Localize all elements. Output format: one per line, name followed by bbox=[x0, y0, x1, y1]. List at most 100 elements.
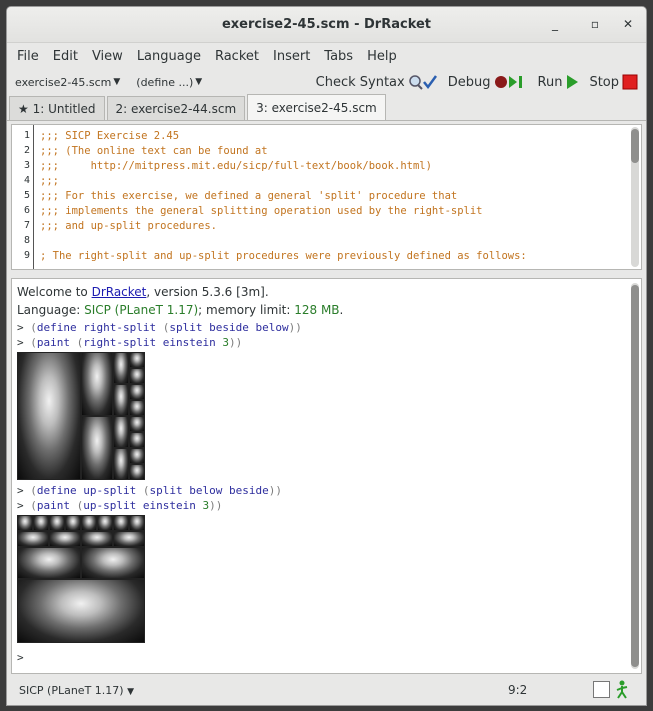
menu-racket[interactable]: Racket bbox=[208, 49, 266, 64]
tab-exercise2-44[interactable]: 2: exercise2-44.scm bbox=[106, 96, 246, 120]
portrait-cell bbox=[49, 515, 65, 531]
tab-untitled[interactable]: ★ 1: Untitled bbox=[9, 96, 105, 120]
language-line: Language: SICP (PLaneT 1.17); memory lim… bbox=[17, 303, 343, 317]
debug-button[interactable]: Debug bbox=[448, 73, 528, 91]
code-line: 9 ; The right-split and up-split procedur… bbox=[12, 250, 622, 265]
portrait-cell bbox=[17, 579, 145, 643]
paren: ( bbox=[136, 484, 150, 497]
portrait-cell bbox=[81, 416, 113, 480]
menu-insert[interactable]: Insert bbox=[266, 49, 317, 64]
portrait-cell bbox=[97, 515, 113, 531]
interactions-scrollbar[interactable] bbox=[631, 283, 639, 669]
title-bar[interactable]: exercise2-45.scm - DrRacket _ ▫ ✕ bbox=[7, 7, 646, 43]
repl-prompt-empty[interactable]: > bbox=[17, 651, 24, 664]
line-number: 6 bbox=[23, 205, 30, 216]
identifier: up-split bbox=[83, 484, 137, 497]
running-man-icon bbox=[616, 680, 628, 699]
paren: )) bbox=[228, 336, 243, 349]
up-split-image bbox=[17, 515, 145, 643]
run-label: Run bbox=[537, 74, 563, 90]
menu-view[interactable]: View bbox=[85, 49, 130, 64]
debug-icon bbox=[494, 76, 522, 88]
keyword: define bbox=[36, 484, 77, 497]
portrait-cell bbox=[129, 368, 145, 384]
portrait-cell bbox=[17, 547, 81, 579]
welcome-line: Welcome to DrRacket, version 5.3.6 [3m]. bbox=[17, 285, 269, 299]
stop-button[interactable]: Stop bbox=[589, 74, 638, 90]
portrait-cell bbox=[113, 531, 145, 547]
arguments: beside below bbox=[202, 321, 289, 334]
prompt: > bbox=[17, 336, 24, 349]
identifier: right-split bbox=[83, 336, 157, 349]
language-prefix: Language: bbox=[17, 303, 85, 317]
code-line: 6 ;;; implements the general splitting op… bbox=[12, 205, 622, 220]
file-select[interactable]: exercise2-45.scm ▼ bbox=[15, 76, 120, 89]
definitions-scrollbar[interactable] bbox=[631, 127, 639, 267]
definitions-pane[interactable]: 1 ;;; SICP Exercise 2.45 2 ;;; (The online… bbox=[11, 124, 642, 270]
drracket-link[interactable]: DrRacket bbox=[92, 285, 147, 299]
number: 3 bbox=[222, 336, 229, 349]
portrait-cell bbox=[113, 448, 129, 480]
paren: ( bbox=[30, 484, 37, 497]
code-line: 2 ;;; (The online text can be found at bbox=[12, 145, 622, 160]
paren: ( bbox=[30, 321, 37, 334]
paren: )) bbox=[288, 321, 302, 334]
definitions-scroll-thumb[interactable] bbox=[631, 129, 639, 163]
line-number: 1 bbox=[23, 130, 30, 141]
repl-entry: > (define right-split (split beside belo… bbox=[17, 321, 302, 334]
chevron-down-icon: ▼ bbox=[127, 686, 134, 697]
run-button[interactable]: Run bbox=[538, 74, 580, 90]
repl-entry: > (paint (right-split einstein 3)) bbox=[17, 336, 242, 349]
arguments: below beside bbox=[182, 484, 269, 497]
close-button[interactable]: ✕ bbox=[620, 16, 636, 32]
check-syntax-label: Check Syntax bbox=[315, 74, 405, 90]
portrait-cell bbox=[81, 547, 145, 579]
menu-file[interactable]: File bbox=[10, 49, 46, 64]
identifier: right-split bbox=[83, 321, 157, 334]
stop-square-icon bbox=[622, 74, 638, 90]
line-number: 7 bbox=[23, 220, 30, 231]
paren: )) bbox=[268, 484, 282, 497]
menu-edit[interactable]: Edit bbox=[46, 49, 85, 64]
portrait-cell bbox=[65, 515, 81, 531]
define-select-label: (define ...) bbox=[136, 75, 194, 89]
memory-limit: 128 MB bbox=[294, 303, 340, 317]
interactions-scroll-thumb[interactable] bbox=[631, 285, 639, 667]
line-number: 9 bbox=[23, 250, 30, 261]
portrait-cell bbox=[113, 515, 129, 531]
portrait-cell bbox=[17, 531, 49, 547]
status-bar: SICP (PLaneT 1.17) ▼ 9:2 bbox=[7, 675, 646, 705]
menu-bar: File Edit View Language Racket Insert Ta… bbox=[7, 43, 646, 69]
paren: )) bbox=[209, 499, 223, 512]
arguments: einstein bbox=[156, 336, 223, 349]
define-select[interactable]: (define ...) ▼ bbox=[136, 76, 202, 89]
portrait-cell bbox=[49, 531, 81, 547]
line-number: 4 bbox=[23, 175, 30, 186]
language-select[interactable]: SICP (PLaneT 1.17) ▼ bbox=[19, 684, 134, 697]
check-syntax-button[interactable]: Check Syntax bbox=[316, 73, 438, 91]
menu-help[interactable]: Help bbox=[360, 49, 404, 64]
code-text: ; The right-split and up-split procedure… bbox=[40, 250, 527, 262]
code-text: ;;; implements the general splitting ope… bbox=[40, 205, 483, 217]
keyword: paint bbox=[36, 499, 70, 512]
repl-entry: > (paint (up-split einstein 3)) bbox=[17, 499, 222, 512]
code-text: ;;; and up-split procedures. bbox=[40, 220, 218, 232]
code-text: ;;; (The online text can be found at bbox=[40, 145, 268, 157]
maximize-button[interactable]: ▫ bbox=[587, 16, 603, 32]
code-line: 7 ;;; and up-split procedures. bbox=[12, 220, 622, 235]
portrait-cell bbox=[17, 515, 33, 531]
code-line: 4;;; bbox=[12, 175, 622, 190]
cursor-position: 9:2 bbox=[508, 683, 528, 697]
prompt: > bbox=[17, 651, 24, 664]
window-title: exercise2-45.scm - DrRacket bbox=[221, 17, 432, 32]
toolbar: exercise2-45.scm ▼ (define ...) ▼ Check … bbox=[7, 69, 646, 95]
interactions-pane[interactable]: Welcome to DrRacket, version 5.3.6 [3m].… bbox=[11, 278, 642, 674]
tab-exercise2-45[interactable]: 3: exercise2-45.scm bbox=[247, 94, 386, 120]
minimize-button[interactable]: _ bbox=[547, 16, 563, 32]
line-number: 3 bbox=[23, 160, 30, 171]
code-text: ;;; http://mitpress.mit.edu/sicp/full-te… bbox=[40, 160, 432, 172]
menu-tabs[interactable]: Tabs bbox=[317, 49, 360, 64]
menu-language[interactable]: Language bbox=[130, 49, 208, 64]
